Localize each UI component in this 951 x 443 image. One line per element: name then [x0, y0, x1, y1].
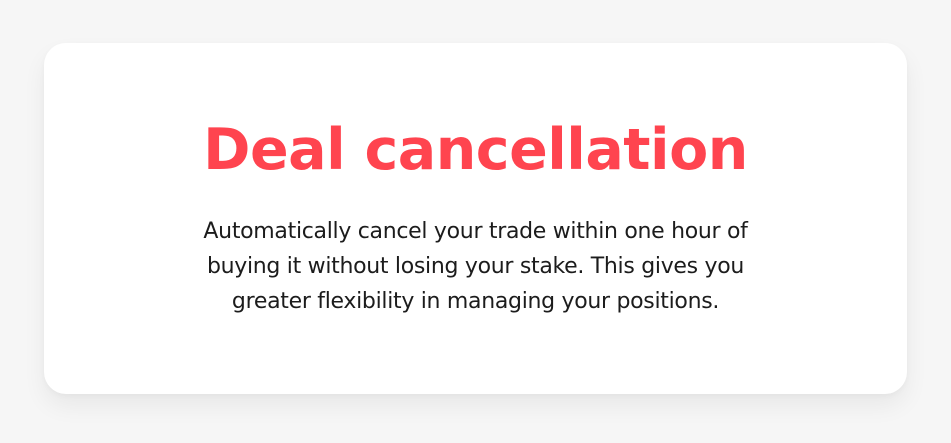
description-line-1: Automatically cancel your trade within o…	[203, 219, 748, 244]
description-line-2: buying it without losing your stake. Thi…	[206, 254, 745, 279]
feature-description: Automatically cancel your trade within o…	[126, 214, 826, 319]
feature-title: Deal cancellation	[203, 117, 748, 183]
feature-card: Deal cancellation Automatically cancel y…	[44, 43, 907, 394]
description-line-3: greater flexibility in managing your pos…	[231, 289, 720, 314]
